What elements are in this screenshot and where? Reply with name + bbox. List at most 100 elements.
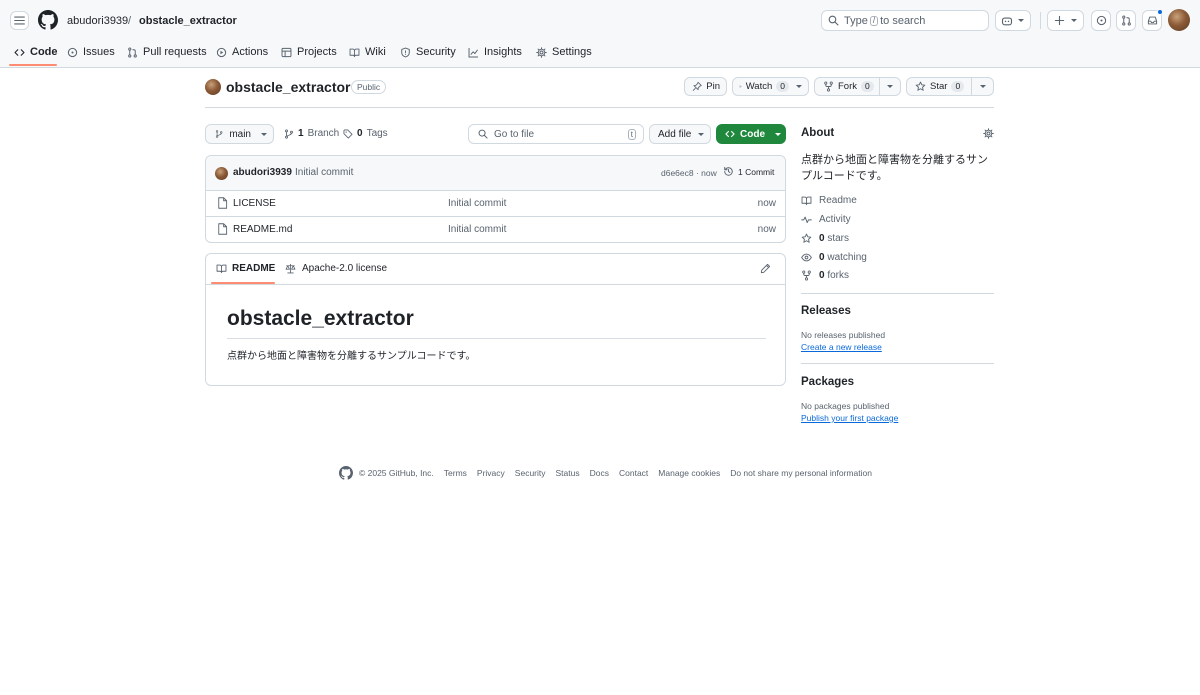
sidebar-divider bbox=[801, 293, 994, 294]
pencil-icon bbox=[760, 263, 771, 274]
chevron-down-icon bbox=[1071, 19, 1077, 22]
pin-button[interactable]: Pin bbox=[684, 77, 727, 96]
footer-link-status[interactable]: Status bbox=[556, 468, 580, 478]
tab-code[interactable]: Code bbox=[14, 44, 58, 60]
tags-link[interactable]: 0 Tags bbox=[343, 128, 388, 139]
edit-about-button[interactable] bbox=[983, 128, 994, 139]
stars-label: stars bbox=[827, 233, 850, 244]
commit-author-avatar[interactable] bbox=[215, 167, 228, 180]
branch-icon bbox=[285, 128, 293, 139]
packages-title[interactable]: Packages bbox=[801, 376, 854, 388]
branch-select[interactable]: main bbox=[205, 124, 274, 144]
your-issues-button[interactable] bbox=[1091, 10, 1111, 31]
file-name[interactable]: README.md bbox=[233, 224, 292, 235]
tab-projects[interactable]: Projects bbox=[281, 44, 337, 60]
chevron-down-icon bbox=[887, 85, 893, 88]
gear-icon bbox=[983, 128, 994, 139]
code-button[interactable]: Code bbox=[716, 124, 786, 144]
edit-readme-button[interactable] bbox=[760, 263, 771, 274]
github-logo[interactable] bbox=[38, 10, 58, 30]
tab-actions[interactable]: Actions bbox=[216, 44, 268, 60]
commit-message[interactable]: Initial commit bbox=[295, 167, 353, 178]
star-dropdown[interactable] bbox=[980, 85, 986, 88]
copilot-button[interactable] bbox=[995, 10, 1031, 31]
fork-button[interactable]: Fork 0 bbox=[814, 77, 901, 96]
create-release-link[interactable]: Create a new release bbox=[801, 342, 882, 352]
star-button[interactable]: Star 0 bbox=[906, 77, 994, 96]
breadcrumb-owner[interactable]: abudori3939 bbox=[67, 14, 128, 28]
footer-link-do-not-share[interactable]: Do not share my personal information bbox=[730, 468, 872, 478]
breadcrumb-repo[interactable]: obstacle_extractor bbox=[139, 14, 237, 28]
activity-link[interactable]: Activity bbox=[801, 214, 851, 225]
tab-license-label: Apache-2.0 license bbox=[302, 263, 388, 274]
file-name[interactable]: LICENSE bbox=[233, 198, 276, 209]
readme-link[interactable]: Readme bbox=[801, 195, 857, 206]
watching-link[interactable]: 0 watching bbox=[801, 252, 867, 263]
publish-package-link[interactable]: Publish your first package bbox=[801, 413, 898, 423]
chevron-down-icon bbox=[775, 132, 781, 136]
watch-button[interactable]: Watch 0 bbox=[732, 77, 809, 96]
fork-icon bbox=[802, 270, 811, 281]
search-icon bbox=[478, 129, 488, 139]
chevron-down-icon bbox=[796, 85, 802, 88]
menu-button[interactable] bbox=[10, 11, 29, 30]
go-to-file-shortcut: t bbox=[627, 129, 636, 140]
tab-insights[interactable]: Insights bbox=[468, 44, 522, 60]
chevron-down-icon bbox=[261, 132, 267, 136]
activity-link-label: Activity bbox=[819, 214, 851, 225]
commits-history-link[interactable]: 1 Commit bbox=[723, 166, 774, 177]
tab-security[interactable]: Security bbox=[400, 44, 456, 60]
releases-empty-text: No releases published bbox=[801, 330, 886, 340]
commit-author[interactable]: abudori3939 bbox=[233, 167, 292, 178]
about-description: 点群から地面と障害物を分離するサンプルコードです。 bbox=[801, 154, 988, 182]
footer-link-privacy[interactable]: Privacy bbox=[477, 468, 505, 478]
forks-link[interactable]: 0 forks bbox=[801, 270, 849, 281]
repo-title[interactable]: obstacle_extractor bbox=[226, 79, 351, 96]
table-row[interactable]: README.md Initial commit now bbox=[206, 216, 785, 242]
search-input[interactable]: Type / to search bbox=[821, 10, 989, 31]
footer-link-manage-cookies[interactable]: Manage cookies bbox=[658, 468, 720, 478]
tab-issues-label: Issues bbox=[83, 46, 115, 58]
star-icon bbox=[801, 233, 812, 243]
tab-settings[interactable]: Settings bbox=[536, 44, 592, 60]
book-icon bbox=[349, 48, 360, 57]
readme-panel: README Apache-2.0 license obstacle_extra… bbox=[205, 253, 786, 386]
footer-link-terms[interactable]: Terms bbox=[444, 468, 467, 478]
tab-wiki-label: Wiki bbox=[365, 46, 386, 58]
file-time: now bbox=[757, 224, 776, 235]
stars-count: 0 bbox=[819, 233, 825, 244]
footer-link-security[interactable]: Security bbox=[515, 468, 546, 478]
table-row[interactable]: LICENSE Initial commit now bbox=[206, 190, 785, 216]
github-mark-icon[interactable] bbox=[339, 466, 353, 480]
repo-owner-avatar[interactable] bbox=[205, 79, 221, 95]
user-avatar[interactable] bbox=[1168, 9, 1190, 31]
tab-pull-requests[interactable]: Pull requests bbox=[127, 44, 207, 60]
go-to-file-input[interactable]: Go to file t bbox=[468, 124, 644, 144]
breadcrumb-separator: / bbox=[128, 15, 132, 27]
tab-actions-label: Actions bbox=[232, 46, 269, 58]
footer-link-contact[interactable]: Contact bbox=[619, 468, 648, 478]
releases-title[interactable]: Releases bbox=[801, 305, 851, 317]
code-button-label: Code bbox=[740, 128, 765, 140]
file-commit-message[interactable]: Initial commit bbox=[448, 198, 506, 209]
fork-dropdown[interactable] bbox=[887, 85, 893, 88]
stars-link[interactable]: 0 stars bbox=[801, 233, 849, 244]
create-new-button[interactable] bbox=[1047, 10, 1084, 31]
notification-dot bbox=[1157, 9, 1163, 15]
search-prefix: Type bbox=[844, 14, 868, 27]
tab-readme[interactable]: README bbox=[216, 263, 275, 274]
eye-icon bbox=[739, 85, 742, 88]
tab-issues[interactable]: Issues bbox=[67, 44, 115, 60]
commit-hash-time[interactable]: d6e6ec8 · now bbox=[661, 168, 717, 178]
forks-count: 0 bbox=[819, 270, 825, 281]
file-commit-message[interactable]: Initial commit bbox=[448, 224, 506, 235]
your-pull-requests-button[interactable] bbox=[1116, 10, 1136, 31]
tab-wiki[interactable]: Wiki bbox=[349, 44, 386, 60]
issue-icon bbox=[1096, 15, 1106, 26]
github-mark-icon bbox=[38, 10, 58, 30]
add-file-button[interactable]: Add file bbox=[649, 124, 711, 144]
branches-link[interactable]: 1 Branch bbox=[284, 128, 339, 139]
footer-link-docs[interactable]: Docs bbox=[590, 468, 609, 478]
tab-license[interactable]: Apache-2.0 license bbox=[285, 263, 387, 274]
divider bbox=[1040, 12, 1041, 29]
